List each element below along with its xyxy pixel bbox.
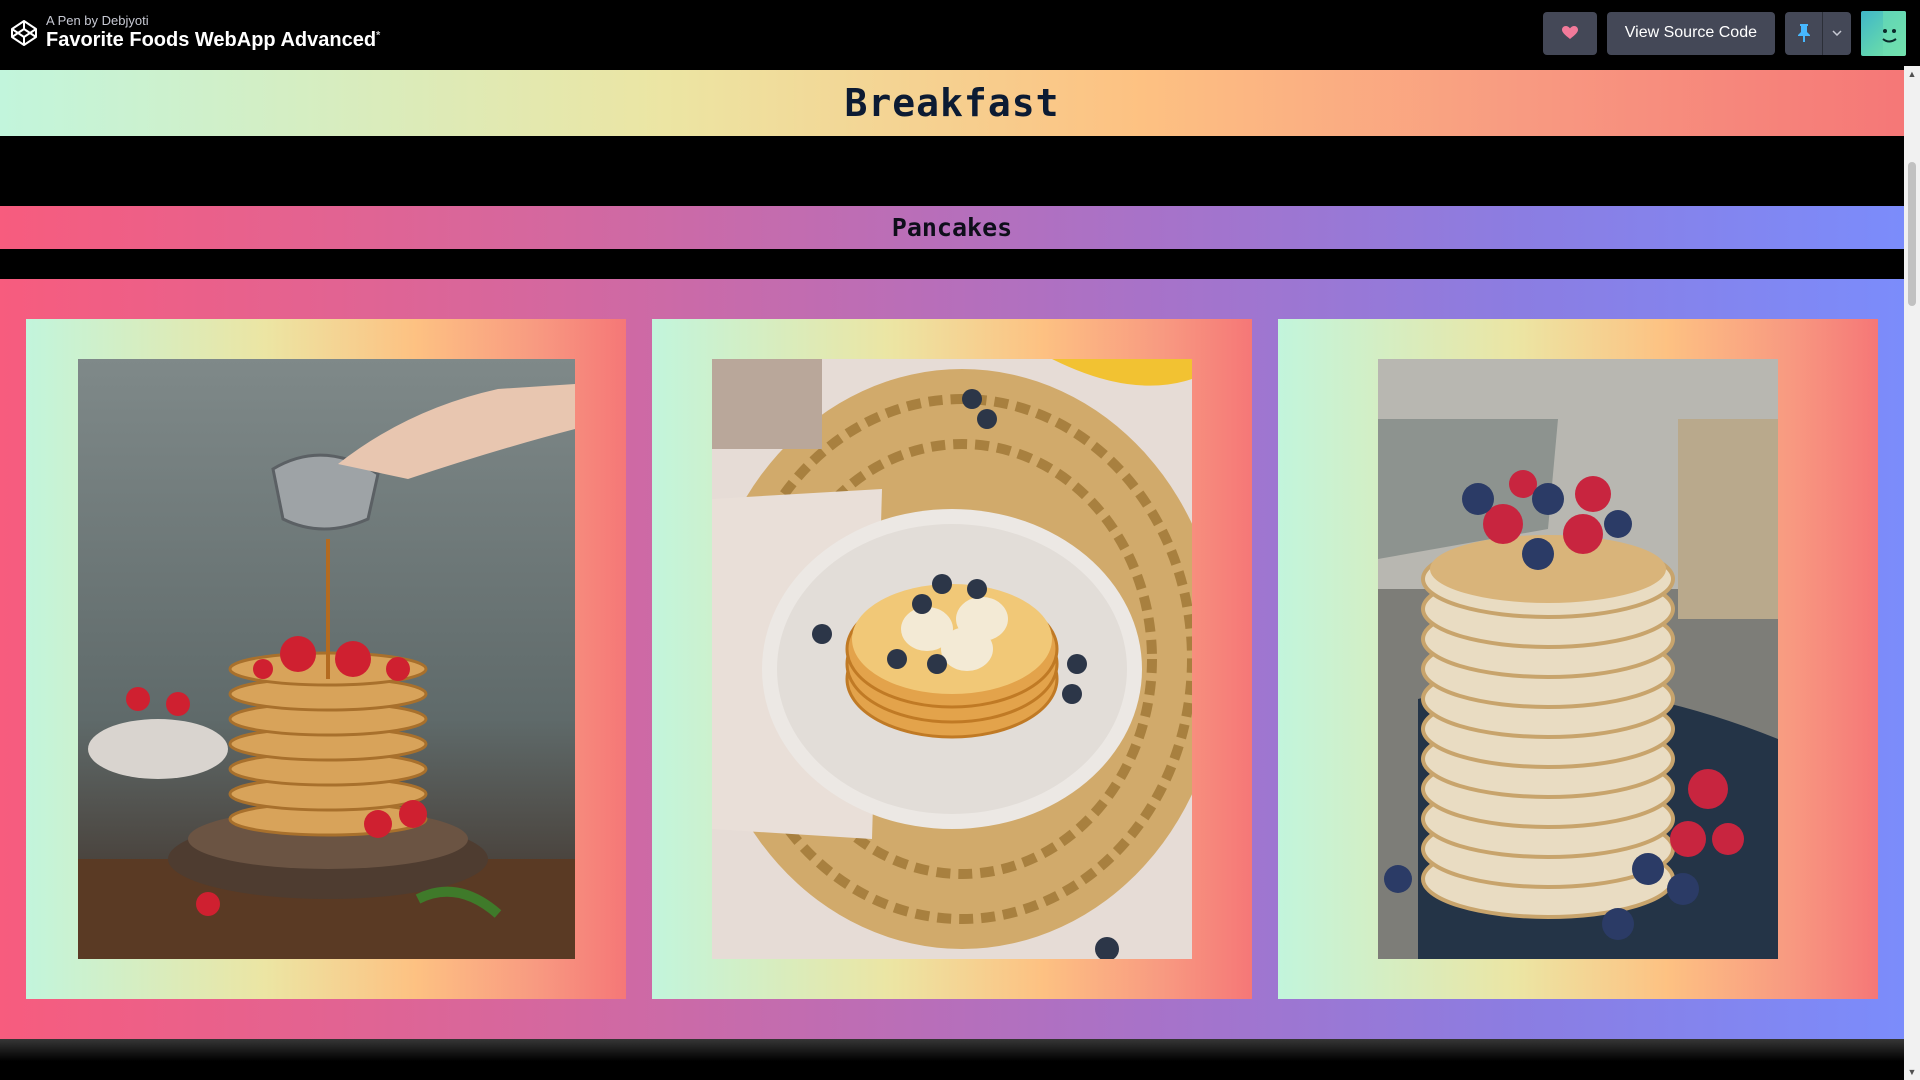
food-banner: Pancakes xyxy=(0,206,1904,249)
pen-byline[interactable]: A Pen by Debjyoti xyxy=(46,13,380,29)
food-photo xyxy=(712,359,1192,959)
food-gallery xyxy=(0,279,1904,1039)
scroll-up-arrow-icon[interactable]: ▲ xyxy=(1904,66,1920,82)
view-source-button[interactable]: View Source Code xyxy=(1606,11,1775,55)
pen-title[interactable]: Favorite Foods WebApp Advanced* xyxy=(46,29,380,52)
user-avatar[interactable] xyxy=(1861,10,1906,56)
unsaved-marker: * xyxy=(376,29,381,42)
gallery-shadow xyxy=(0,1039,1904,1061)
pin-button[interactable] xyxy=(1785,11,1823,55)
scroll-down-arrow-icon[interactable]: ▼ xyxy=(1904,1064,1920,1080)
pin-split-button xyxy=(1785,11,1851,55)
food-photo xyxy=(1378,359,1778,959)
food-title: Pancakes xyxy=(891,213,1013,242)
scroll-thumb[interactable] xyxy=(1908,162,1916,306)
pen-preview: Breakfast Pancakes xyxy=(0,66,1904,1080)
codepen-logo-icon[interactable] xyxy=(8,17,40,49)
codepen-header: A Pen by Debjyoti Favorite Foods WebApp … xyxy=(0,0,1920,66)
gallery-card xyxy=(652,319,1252,999)
section-title: Breakfast xyxy=(844,81,1060,125)
pen-title-text: Favorite Foods WebApp Advanced xyxy=(46,28,377,51)
food-photo xyxy=(78,359,575,959)
header-actions: View Source Code xyxy=(1542,10,1906,56)
heart-icon xyxy=(1561,26,1578,39)
pen-info: A Pen by Debjyoti Favorite Foods WebApp … xyxy=(46,13,380,52)
gallery-card xyxy=(1278,319,1878,999)
avatar-face-icon xyxy=(1882,10,1906,56)
chevron-down-icon xyxy=(1832,30,1842,36)
gallery-card xyxy=(26,319,626,999)
pin-icon xyxy=(1797,24,1810,42)
section-banner: Breakfast xyxy=(0,70,1904,136)
love-button[interactable] xyxy=(1542,11,1597,55)
preview-scrollbar[interactable]: ▲ ▼ xyxy=(1904,66,1920,1080)
pin-options-button[interactable] xyxy=(1823,11,1851,55)
